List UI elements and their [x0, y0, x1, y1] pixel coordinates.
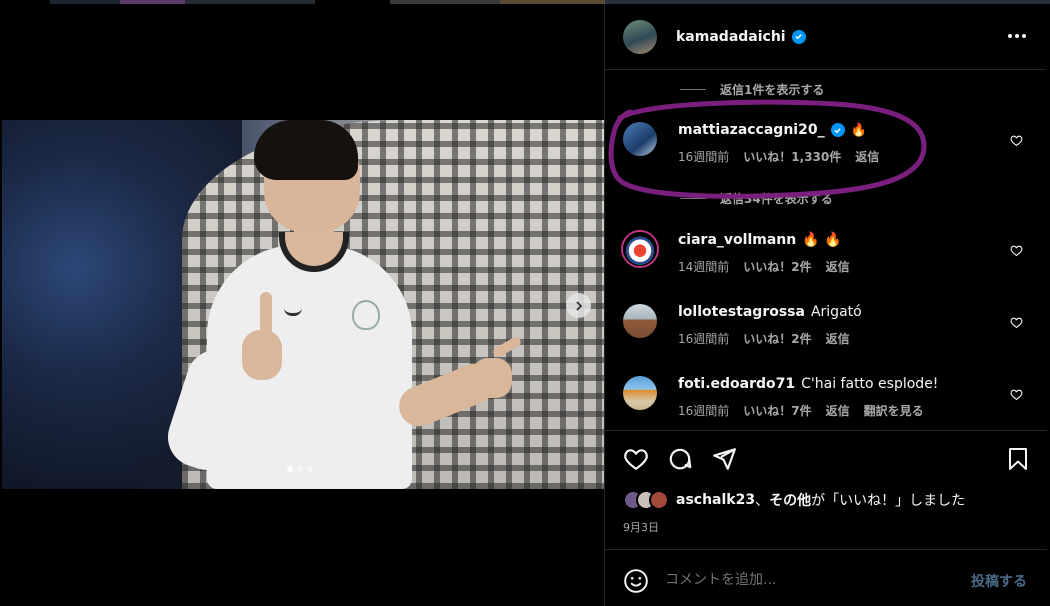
view-replies-button[interactable]: 返信34件を表示する — [680, 190, 833, 207]
view-replies-label: 返信1件を表示する — [720, 83, 825, 97]
like-comment-icon[interactable] — [1010, 388, 1023, 401]
carousel-dots — [287, 466, 313, 472]
reply-button[interactable]: 返信 — [826, 330, 850, 347]
comment-text: 🔥 — [850, 122, 867, 138]
post-header: kamadadaichi — [605, 4, 1046, 70]
comment-text: Arigató — [810, 304, 862, 320]
avatar[interactable] — [623, 376, 657, 410]
comment-text: 🔥 🔥 — [802, 232, 842, 248]
comment-time[interactable]: 16週間前 — [678, 330, 729, 347]
post-side-panel: kamadadaichi 返信1件を表示する mattiazaccagni20_… — [604, 4, 1047, 606]
comment-username[interactable]: lollotestagrossa — [678, 304, 805, 320]
carousel-next-button[interactable] — [566, 293, 591, 318]
avatar[interactable] — [623, 19, 657, 54]
reply-button[interactable]: 返信 — [826, 258, 850, 275]
liked-by-suffix: が「いいね！」しました — [811, 493, 966, 509]
avatar[interactable] — [623, 304, 657, 338]
like-comment-icon[interactable] — [1010, 244, 1023, 257]
carousel-dot — [287, 466, 293, 472]
avatar[interactable] — [623, 122, 657, 156]
comment-icon[interactable] — [667, 446, 693, 472]
liked-by-avatars — [623, 490, 669, 510]
more-options-icon[interactable] — [1008, 34, 1026, 38]
view-replies-label: 返信34件を表示する — [720, 192, 833, 206]
carousel-dot — [307, 466, 313, 472]
comment-likes[interactable]: いいね！1,330件 — [743, 148, 841, 165]
translate-button[interactable]: 翻訳を見る — [864, 402, 924, 419]
bookmark-icon[interactable] — [1006, 446, 1030, 472]
like-icon[interactable] — [623, 446, 649, 472]
chevron-right-icon — [575, 300, 582, 311]
verified-badge-icon — [830, 123, 845, 137]
liked-by-others[interactable]: その他 — [769, 490, 811, 510]
comment-likes[interactable]: いいね！2件 — [743, 258, 811, 275]
comment-time[interactable]: 14週間前 — [678, 258, 729, 275]
reply-button[interactable]: 返信 — [826, 402, 850, 419]
comment-input[interactable] — [665, 568, 945, 592]
view-replies-button[interactable]: 返信1件を表示する — [680, 81, 824, 98]
emoji-icon[interactable] — [623, 568, 649, 594]
comment-time[interactable]: 16週間前 — [678, 402, 729, 419]
comment-text: C'hai fatto esplode! — [801, 376, 939, 392]
comment-username[interactable]: ciara_vollmann — [678, 232, 796, 248]
like-comment-icon[interactable] — [1010, 134, 1023, 147]
verified-badge-icon — [791, 29, 806, 44]
post-comment-button[interactable]: 投稿する — [971, 571, 1027, 591]
liked-by-separator: 、 — [755, 493, 770, 509]
post-image — [2, 120, 604, 489]
comment-username[interactable]: mattiazaccagni20_ — [678, 122, 825, 138]
reply-button[interactable]: 返信 — [855, 148, 879, 165]
carousel-dot — [297, 466, 303, 472]
liked-by-user[interactable]: aschalk23 — [676, 492, 755, 508]
avatar[interactable] — [623, 232, 657, 266]
post-date[interactable]: 9月3日 — [623, 519, 659, 535]
comment-composer: 投稿する — [605, 549, 1047, 606]
post-actions — [605, 430, 1047, 486]
liked-by: aschalk23 、 その他 が「いいね！」しました — [623, 490, 965, 510]
comment-username[interactable]: foti.edoardo71 — [678, 376, 795, 392]
like-comment-icon[interactable] — [1010, 316, 1023, 329]
comment-time[interactable]: 16週間前 — [678, 148, 729, 165]
header-username[interactable]: kamadadaichi — [676, 29, 786, 45]
share-icon[interactable] — [711, 446, 737, 472]
comment-likes[interactable]: いいね！2件 — [743, 330, 811, 347]
comment-likes[interactable]: いいね！7件 — [743, 402, 811, 419]
